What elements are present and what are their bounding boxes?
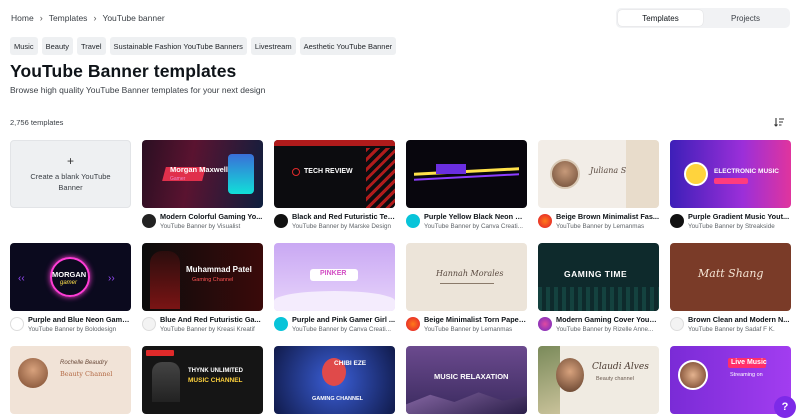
card-author: YouTube Banner by Lemanmas	[424, 326, 513, 333]
avatar	[10, 317, 24, 331]
create-blank-button[interactable]: + Create a blank YouTube Banner	[10, 140, 131, 208]
template-card[interactable]: THYNK UNLIMITED MUSIC CHANNEL	[142, 346, 263, 414]
template-thumbnail[interactable]: ELECTRONIC MUSIC	[670, 140, 791, 208]
template-thumbnail[interactable]: PINKER	[274, 243, 395, 311]
template-card[interactable]: Claudi Alves Beauty channel	[538, 346, 659, 414]
card-title: Blue And Red Futuristic Ga...	[160, 315, 261, 324]
card-title: Beige Brown Minimalist Fas...	[556, 212, 659, 221]
avatar	[274, 214, 288, 228]
template-thumbnail[interactable]: Live Music Streaming on	[670, 346, 791, 414]
template-card[interactable]: Rochelle Beaudry Beauty Channel	[10, 346, 131, 414]
card-title: Brown Clean and Modern N...	[688, 315, 790, 324]
avatar	[406, 317, 420, 331]
template-card[interactable]: Purple Yellow Black Neon Sc... YouTube B…	[406, 140, 527, 234]
card-title: Black and Red Futuristic Tec...	[292, 212, 395, 221]
template-thumbnail[interactable]: THYNK UNLIMITED MUSIC CHANNEL	[142, 346, 263, 414]
template-thumbnail[interactable]: Matt Shang	[670, 243, 791, 311]
card-title: Purple Gradient Music Yout...	[688, 212, 790, 221]
avatar	[538, 214, 552, 228]
chip-aesthetic[interactable]: Aesthetic YouTube Banner	[299, 37, 397, 55]
template-card[interactable]: PINKER Purple and Pink Gamer Girl ... Yo…	[274, 243, 395, 337]
card-title: Modern Colorful Gaming Yo...	[160, 212, 263, 221]
tab-templates[interactable]: Templates	[618, 10, 703, 26]
template-thumbnail[interactable]	[406, 140, 527, 208]
template-thumbnail[interactable]: Juliana Silva	[538, 140, 659, 208]
template-card[interactable]: Hannah Morales Beige Minimalist Torn Pap…	[406, 243, 527, 337]
tab-projects[interactable]: Projects	[703, 10, 788, 26]
breadcrumb: Home › Templates › YouTube banner	[11, 13, 165, 23]
chip-beauty[interactable]: Beauty	[41, 37, 73, 55]
filter-chips: Music Beauty Travel Sustainable Fashion …	[10, 37, 397, 55]
template-thumbnail[interactable]: Hannah Morales	[406, 243, 527, 311]
card-title: Purple and Blue Neon Game...	[28, 315, 131, 324]
page-title: YouTube Banner templates	[10, 61, 237, 81]
card-author: YouTube Banner by Canva Creati...	[292, 326, 391, 333]
avatar	[670, 214, 684, 228]
avatar	[142, 214, 156, 228]
avatar	[670, 317, 684, 331]
template-card[interactable]: TECH REVIEW Black and Red Futuristic Tec…	[274, 140, 395, 234]
template-card[interactable]: Morgan Maxwell Gamer Modern Colorful Gam…	[142, 140, 263, 234]
template-card[interactable]: ELECTRONIC MUSIC Purple Gradient Music Y…	[670, 140, 791, 234]
template-thumbnail[interactable]: GAMING TIME	[538, 243, 659, 311]
template-thumbnail[interactable]: MORGAN gamer ‹‹ ››	[10, 243, 131, 311]
template-card[interactable]: Muhammad Patel Gaming Channel Blue And R…	[142, 243, 263, 337]
chevron-right-icon: ›	[39, 13, 43, 23]
chip-travel[interactable]: Travel	[76, 37, 106, 55]
template-thumbnail[interactable]: CHIBI EZE GAMING CHANNEL	[274, 346, 395, 414]
template-thumbnail[interactable]: MUSIC RELAXATION	[406, 346, 527, 414]
template-card[interactable]: GAMING TIME Modern Gaming Cover YouT... …	[538, 243, 659, 337]
avatar	[538, 317, 552, 331]
card-author: YouTube Banner by Marske Design	[292, 223, 391, 230]
card-author: YouTube Banner by Sadaf F K.	[688, 326, 775, 333]
card-title: Modern Gaming Cover YouT...	[556, 315, 659, 324]
avatar	[142, 317, 156, 331]
template-card[interactable]: CHIBI EZE GAMING CHANNEL	[274, 346, 395, 414]
sort-icon[interactable]	[773, 116, 785, 128]
chip-sustainable-fashion[interactable]: Sustainable Fashion YouTube Banners	[109, 37, 247, 55]
template-thumbnail[interactable]: Muhammad Patel Gaming Channel	[142, 243, 263, 311]
card-author: YouTube Banner by Rizelle Anne...	[556, 326, 654, 333]
breadcrumb-home[interactable]: Home	[11, 13, 34, 23]
card-author: YouTube Banner by Kreasi Kreatif	[160, 326, 255, 333]
chip-music[interactable]: Music	[10, 37, 38, 55]
card-title: Purple and Pink Gamer Girl ...	[292, 315, 395, 324]
template-thumbnail[interactable]: Morgan Maxwell Gamer	[142, 140, 263, 208]
template-card[interactable]: MUSIC RELAXATION	[406, 346, 527, 414]
create-blank-label: Create a blank YouTube Banner	[30, 172, 111, 192]
card-author: YouTube Banner by Lemanmas	[556, 223, 645, 230]
card-author: YouTube Banner by Bolodesign	[28, 326, 117, 333]
template-card[interactable]: Matt Shang Brown Clean and Modern N... Y…	[670, 243, 791, 337]
view-toggle: Templates Projects	[616, 8, 790, 28]
template-thumbnail[interactable]: Claudi Alves Beauty channel	[538, 346, 659, 414]
card-title: Beige Minimalist Torn Paper...	[424, 315, 527, 324]
template-thumbnail[interactable]: Rochelle Beaudry Beauty Channel	[10, 346, 131, 414]
template-card[interactable]: Live Music Streaming on	[670, 346, 791, 414]
card-author: YouTube Banner by Visualist	[160, 223, 241, 230]
template-card[interactable]: Juliana Silva Beige Brown Minimalist Fas…	[538, 140, 659, 234]
plus-icon: +	[66, 154, 74, 168]
avatar	[406, 214, 420, 228]
card-title: Purple Yellow Black Neon Sc...	[424, 212, 527, 221]
page-subtitle: Browse high quality YouTube Banner templ…	[10, 85, 266, 95]
chip-livestream[interactable]: Livestream	[250, 37, 296, 55]
avatar	[274, 317, 288, 331]
template-card[interactable]: MORGAN gamer ‹‹ ›› Purple and Blue Neon …	[10, 243, 131, 337]
breadcrumb-current: YouTube banner	[102, 13, 165, 23]
help-button[interactable]: ?	[774, 396, 796, 418]
template-count: 2,756 templates	[10, 118, 64, 127]
card-author: YouTube Banner by Canva Creati...	[424, 223, 523, 230]
template-thumbnail[interactable]: TECH REVIEW	[274, 140, 395, 208]
breadcrumb-templates[interactable]: Templates	[49, 13, 88, 23]
card-author: YouTube Banner by Streakside	[688, 223, 775, 230]
chevron-right-icon: ›	[93, 13, 97, 23]
